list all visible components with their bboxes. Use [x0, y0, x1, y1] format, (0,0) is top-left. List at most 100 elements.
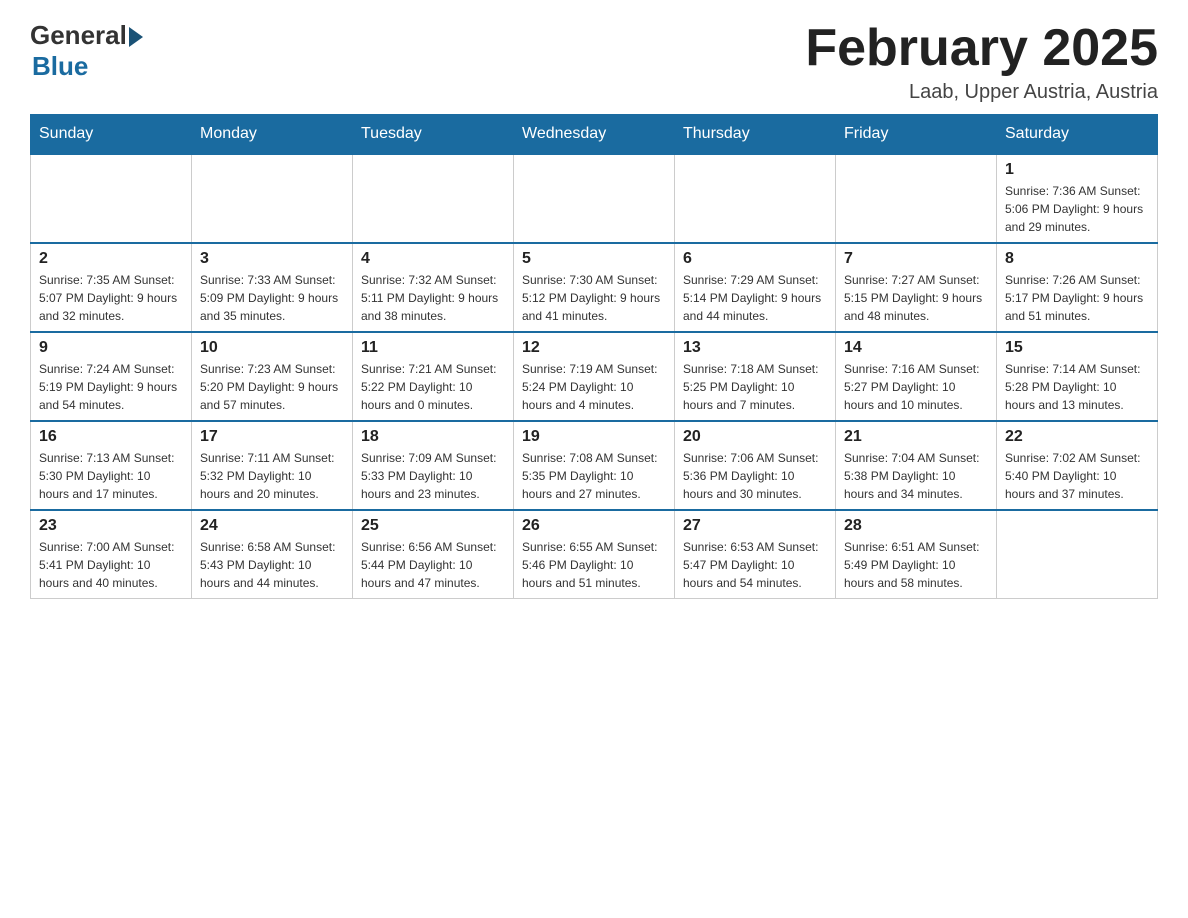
- calendar-day-cell: [997, 510, 1158, 599]
- calendar-day-cell: 9Sunrise: 7:24 AM Sunset: 5:19 PM Daylig…: [31, 332, 192, 421]
- day-number: 7: [844, 250, 988, 268]
- calendar-day-cell: [836, 154, 997, 243]
- calendar-day-cell: [31, 154, 192, 243]
- calendar-day-cell: 27 Sunrise: 6:53 AM Sunset: 5:47 PM Dayli…: [675, 510, 836, 599]
- calendar-day-cell: 24 Sunrise: 6:58 AM Sunset: 5:43 PM Dayli…: [192, 510, 353, 599]
- day-info: Sunrise: 7:27 AM Sunset: 5:15 PM Dayligh…: [844, 271, 988, 325]
- calendar-day-cell: 11 Sunrise: 7:21 AM Sunset: 5:22 PM Dayli…: [353, 332, 514, 421]
- day-info: Sunrise: 6:58 AM Sunset: 5:43 PM Dayligh…: [200, 538, 344, 592]
- logo-general-text: General: [30, 20, 127, 51]
- day-info: Sunrise: 7:11 AM Sunset: 5:32 PM Dayligh…: [200, 449, 344, 503]
- day-info: Sunrise: 7:09 AM Sunset: 5:33 PM Dayligh…: [361, 449, 505, 503]
- day-number: 17: [200, 428, 344, 446]
- calendar-day-cell: 21 Sunrise: 7:04 AM Sunset: 5:38 PM Dayli…: [836, 421, 997, 510]
- calendar-header-row: SundayMondayTuesdayWednesdayThursdayFrid…: [31, 115, 1158, 155]
- day-number: 8: [1005, 250, 1149, 268]
- day-info: Sunrise: 7:26 AM Sunset: 5:17 PM Dayligh…: [1005, 271, 1149, 325]
- day-info: Sunrise: 7:13 AM Sunset: 5:30 PM Dayligh…: [39, 449, 183, 503]
- calendar-day-cell: 16 Sunrise: 7:13 AM Sunset: 5:30 PM Dayli…: [31, 421, 192, 510]
- calendar-day-cell: 7 Sunrise: 7:27 AM Sunset: 5:15 PM Daylig…: [836, 243, 997, 332]
- day-info: Sunrise: 6:55 AM Sunset: 5:46 PM Dayligh…: [522, 538, 666, 592]
- day-number: 26: [522, 517, 666, 535]
- day-info: Sunrise: 6:51 AM Sunset: 5:49 PM Dayligh…: [844, 538, 988, 592]
- day-number: 3: [200, 250, 344, 268]
- day-info: Sunrise: 7:35 AM Sunset: 5:07 PM Dayligh…: [39, 271, 183, 325]
- day-info: Sunrise: 7:36 AM Sunset: 5:06 PM Dayligh…: [1005, 182, 1149, 236]
- day-info: Sunrise: 7:02 AM Sunset: 5:40 PM Dayligh…: [1005, 449, 1149, 503]
- calendar-day-cell: 12 Sunrise: 7:19 AM Sunset: 5:24 PM Dayli…: [514, 332, 675, 421]
- day-info: Sunrise: 7:14 AM Sunset: 5:28 PM Dayligh…: [1005, 360, 1149, 414]
- calendar-day-cell: 25 Sunrise: 6:56 AM Sunset: 5:44 PM Dayli…: [353, 510, 514, 599]
- day-number: 12: [522, 339, 666, 357]
- day-info: Sunrise: 7:06 AM Sunset: 5:36 PM Dayligh…: [683, 449, 827, 503]
- calendar-day-cell: [514, 154, 675, 243]
- day-number: 28: [844, 517, 988, 535]
- calendar-table: SundayMondayTuesdayWednesdayThursdayFrid…: [30, 114, 1158, 599]
- day-number: 10: [200, 339, 344, 357]
- location-text: Laab, Upper Austria, Austria: [805, 81, 1158, 104]
- day-info: Sunrise: 7:08 AM Sunset: 5:35 PM Dayligh…: [522, 449, 666, 503]
- calendar-day-cell: 3Sunrise: 7:33 AM Sunset: 5:09 PM Daylig…: [192, 243, 353, 332]
- calendar-week-row: 1 Sunrise: 7:36 AM Sunset: 5:06 PM Daylig…: [31, 154, 1158, 243]
- day-info: Sunrise: 7:04 AM Sunset: 5:38 PM Dayligh…: [844, 449, 988, 503]
- day-number: 24: [200, 517, 344, 535]
- day-of-week-header: Monday: [192, 115, 353, 155]
- day-of-week-header: Sunday: [31, 115, 192, 155]
- calendar-week-row: 16 Sunrise: 7:13 AM Sunset: 5:30 PM Dayli…: [31, 421, 1158, 510]
- calendar-day-cell: 6 Sunrise: 7:29 AM Sunset: 5:14 PM Daylig…: [675, 243, 836, 332]
- calendar-day-cell: [675, 154, 836, 243]
- day-info: Sunrise: 7:29 AM Sunset: 5:14 PM Dayligh…: [683, 271, 827, 325]
- calendar-week-row: 9Sunrise: 7:24 AM Sunset: 5:19 PM Daylig…: [31, 332, 1158, 421]
- day-number: 18: [361, 428, 505, 446]
- calendar-day-cell: 8 Sunrise: 7:26 AM Sunset: 5:17 PM Daylig…: [997, 243, 1158, 332]
- day-number: 2: [39, 250, 183, 268]
- day-info: Sunrise: 7:21 AM Sunset: 5:22 PM Dayligh…: [361, 360, 505, 414]
- calendar-day-cell: [353, 154, 514, 243]
- calendar-day-cell: 13Sunrise: 7:18 AM Sunset: 5:25 PM Dayli…: [675, 332, 836, 421]
- day-number: 13: [683, 339, 827, 357]
- logo-arrow-icon: [129, 27, 143, 47]
- day-info: Sunrise: 7:00 AM Sunset: 5:41 PM Dayligh…: [39, 538, 183, 592]
- calendar-day-cell: 17 Sunrise: 7:11 AM Sunset: 5:32 PM Dayli…: [192, 421, 353, 510]
- day-of-week-header: Wednesday: [514, 115, 675, 155]
- calendar-day-cell: 4Sunrise: 7:32 AM Sunset: 5:11 PM Daylig…: [353, 243, 514, 332]
- day-info: Sunrise: 6:53 AM Sunset: 5:47 PM Dayligh…: [683, 538, 827, 592]
- day-number: 16: [39, 428, 183, 446]
- calendar-day-cell: 15 Sunrise: 7:14 AM Sunset: 5:28 PM Dayli…: [997, 332, 1158, 421]
- day-of-week-header: Thursday: [675, 115, 836, 155]
- day-number: 21: [844, 428, 988, 446]
- day-number: 20: [683, 428, 827, 446]
- calendar-day-cell: 10Sunrise: 7:23 AM Sunset: 5:20 PM Dayli…: [192, 332, 353, 421]
- day-of-week-header: Tuesday: [353, 115, 514, 155]
- day-number: 11: [361, 339, 505, 357]
- day-number: 23: [39, 517, 183, 535]
- logo: General Blue: [30, 20, 143, 82]
- calendar-day-cell: 2 Sunrise: 7:35 AM Sunset: 5:07 PM Daylig…: [31, 243, 192, 332]
- calendar-day-cell: 18 Sunrise: 7:09 AM Sunset: 5:33 PM Dayli…: [353, 421, 514, 510]
- day-info: Sunrise: 6:56 AM Sunset: 5:44 PM Dayligh…: [361, 538, 505, 592]
- day-number: 14: [844, 339, 988, 357]
- calendar-day-cell: 22 Sunrise: 7:02 AM Sunset: 5:40 PM Dayli…: [997, 421, 1158, 510]
- page-header: General Blue February 2025 Laab, Upper A…: [30, 20, 1158, 104]
- calendar-day-cell: 1 Sunrise: 7:36 AM Sunset: 5:06 PM Daylig…: [997, 154, 1158, 243]
- day-info: Sunrise: 7:16 AM Sunset: 5:27 PM Dayligh…: [844, 360, 988, 414]
- title-area: February 2025 Laab, Upper Austria, Austr…: [805, 20, 1158, 104]
- day-number: 15: [1005, 339, 1149, 357]
- day-number: 22: [1005, 428, 1149, 446]
- day-info: Sunrise: 7:19 AM Sunset: 5:24 PM Dayligh…: [522, 360, 666, 414]
- day-number: 5: [522, 250, 666, 268]
- calendar-day-cell: 19Sunrise: 7:08 AM Sunset: 5:35 PM Dayli…: [514, 421, 675, 510]
- day-number: 1: [1005, 161, 1149, 179]
- day-of-week-header: Friday: [836, 115, 997, 155]
- calendar-day-cell: 26 Sunrise: 6:55 AM Sunset: 5:46 PM Dayli…: [514, 510, 675, 599]
- calendar-day-cell: [192, 154, 353, 243]
- calendar-week-row: 23 Sunrise: 7:00 AM Sunset: 5:41 PM Dayli…: [31, 510, 1158, 599]
- day-of-week-header: Saturday: [997, 115, 1158, 155]
- day-number: 27: [683, 517, 827, 535]
- day-info: Sunrise: 7:24 AM Sunset: 5:19 PM Dayligh…: [39, 360, 183, 414]
- day-info: Sunrise: 7:30 AM Sunset: 5:12 PM Dayligh…: [522, 271, 666, 325]
- calendar-day-cell: 28 Sunrise: 6:51 AM Sunset: 5:49 PM Dayli…: [836, 510, 997, 599]
- logo-blue-text: Blue: [32, 51, 143, 82]
- day-number: 25: [361, 517, 505, 535]
- day-number: 6: [683, 250, 827, 268]
